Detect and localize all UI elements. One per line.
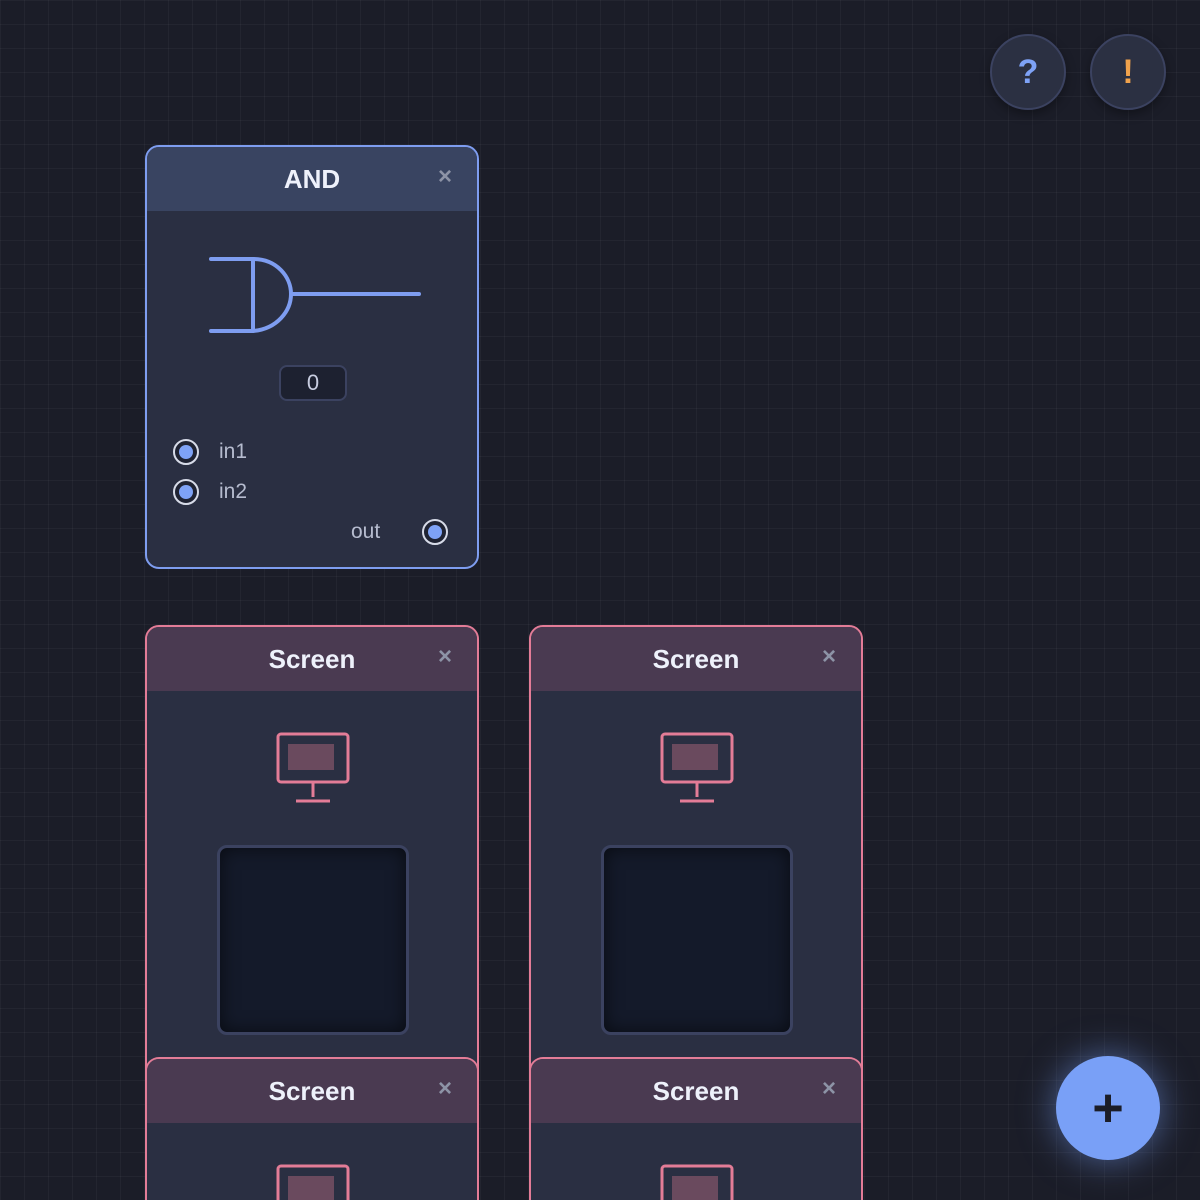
help-button[interactable]: ? (990, 34, 1066, 110)
screen-node[interactable]: Screen × (529, 1057, 863, 1200)
node-title: Screen (652, 643, 740, 674)
node-title: Screen (268, 643, 356, 674)
port-label: in2 (219, 480, 248, 503)
close-icon[interactable]: × (433, 645, 457, 669)
input-port-in2[interactable]: in2 (173, 479, 247, 505)
port-connector-icon[interactable] (173, 439, 199, 465)
add-node-button[interactable]: + (1056, 1056, 1160, 1160)
monitor-icon (660, 1164, 734, 1200)
monitor-icon (660, 732, 734, 803)
close-icon[interactable]: × (817, 1077, 841, 1101)
close-icon[interactable]: × (433, 165, 457, 189)
screen-display (601, 845, 793, 1035)
node-header[interactable]: Screen × (531, 627, 861, 691)
monitor-icon (276, 1164, 350, 1200)
monitor-icon (276, 732, 350, 803)
node-title: Screen (268, 1075, 356, 1106)
output-port-out[interactable]: out (351, 519, 449, 545)
exclamation-icon: ! (1122, 52, 1134, 91)
output-value: 0 (279, 365, 347, 401)
node-header[interactable]: Screen × (531, 1059, 861, 1123)
node-header[interactable]: AND × (147, 147, 477, 211)
screen-node[interactable]: Screen × (529, 625, 863, 1105)
and-gate-icon (209, 257, 421, 333)
close-icon[interactable]: × (817, 645, 841, 669)
close-icon[interactable]: × (433, 1077, 457, 1101)
node-header[interactable]: Screen × (147, 627, 477, 691)
screen-node[interactable]: Screen × (145, 625, 479, 1105)
screen-display (217, 845, 409, 1035)
port-connector-icon[interactable] (422, 519, 449, 545)
port-label: out (351, 520, 381, 543)
and-gate-node[interactable]: AND × 0 in1 in2 out (145, 145, 479, 569)
node-editor-canvas[interactable]: ? ! AND × 0 in1 in2 out Screen × Screen … (0, 0, 1200, 1200)
port-label: in1 (219, 440, 248, 463)
input-port-in1[interactable]: in1 (173, 439, 247, 465)
plus-icon: + (1092, 1078, 1124, 1138)
alerts-button[interactable]: ! (1090, 34, 1166, 110)
screen-node[interactable]: Screen × (145, 1057, 479, 1200)
question-mark-icon: ? (1017, 52, 1039, 91)
node-title: AND (283, 163, 341, 194)
port-connector-icon[interactable] (173, 479, 199, 505)
node-header[interactable]: Screen × (147, 1059, 477, 1123)
node-title: Screen (652, 1075, 740, 1106)
